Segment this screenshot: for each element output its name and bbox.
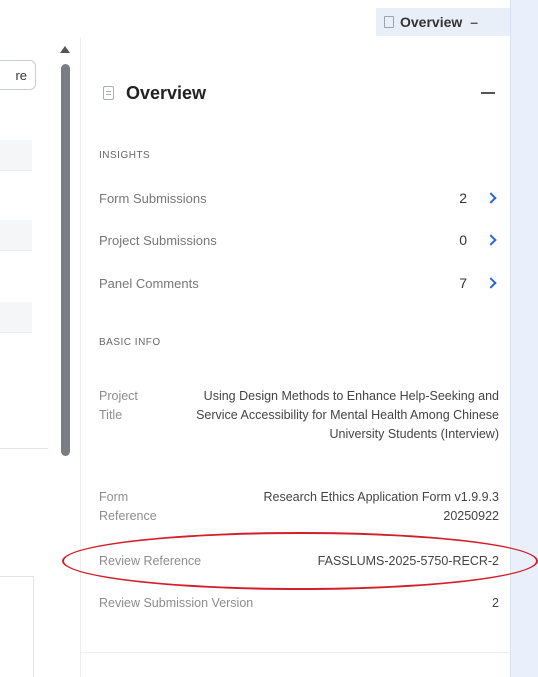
left-action-button[interactable]: re — [0, 60, 36, 90]
insight-label: Project Submissions — [99, 232, 217, 248]
insight-panel-comments[interactable]: Panel Comments 7 — [99, 273, 499, 293]
scrollbar-thumb[interactable] — [61, 64, 70, 456]
info-form-reference: Form Reference Research Ethics Applicati… — [99, 488, 499, 526]
insight-count: 7 — [459, 275, 467, 291]
info-review-submission-version: Review Submission Version 2 — [99, 594, 499, 613]
insight-label: Panel Comments — [99, 275, 199, 291]
left-list-row[interactable] — [0, 302, 32, 333]
info-key: Form Reference — [99, 490, 157, 523]
info-key: Review Submission Version — [99, 596, 254, 610]
scroll-up-arrow-icon[interactable] — [60, 46, 70, 53]
overview-tab[interactable]: Overview – — [376, 8, 510, 36]
overview-tab-label: Overview — [400, 14, 463, 30]
left-divider — [0, 448, 48, 449]
left-list-row[interactable] — [0, 140, 32, 171]
insight-label: Form Submissions — [99, 190, 207, 206]
insights-section-label: INSIGHTS — [99, 150, 151, 161]
left-list-row[interactable] — [0, 220, 32, 251]
basic-info-section-label: BASIC INFO — [99, 337, 161, 348]
overview-header: Overview — [103, 80, 495, 106]
collapse-icon: – — [470, 14, 479, 30]
chevron-right-icon[interactable] — [485, 233, 499, 247]
info-key: Review Reference — [99, 554, 202, 568]
info-value: 2 — [492, 596, 499, 610]
panel-divider — [80, 652, 510, 653]
info-value: FASSLUMS-2025-5750-RECR-2 — [317, 554, 499, 568]
left-action-button-label: re — [15, 67, 27, 83]
document-icon — [384, 16, 394, 28]
overview-title: Overview — [126, 82, 207, 103]
chevron-right-icon[interactable] — [485, 276, 499, 290]
insight-project-submissions[interactable]: Project Submissions 0 — [99, 230, 499, 250]
document-icon — [103, 86, 114, 100]
info-key: Project Title — [99, 389, 138, 422]
info-project-title: Project Title Using Design Methods to En… — [99, 387, 499, 444]
side-strip — [510, 0, 538, 677]
insight-form-submissions[interactable]: Form Submissions 2 — [99, 188, 499, 208]
insight-count: 0 — [459, 232, 467, 248]
overview-panel: Overview INSIGHTS Form Submissions 2 Pro… — [80, 38, 510, 677]
chevron-right-icon[interactable] — [485, 191, 499, 205]
left-panel: re — [0, 38, 48, 677]
app-root: Overview – re Overview INSIGHTS Form Sub… — [0, 0, 538, 677]
insight-count: 2 — [459, 190, 467, 206]
info-value: Research Ethics Application Form v1.9.9.… — [263, 490, 499, 523]
left-frame — [0, 576, 34, 677]
info-value: Using Design Methods to Enhance Help-See… — [196, 389, 499, 441]
collapse-icon[interactable] — [481, 92, 495, 94]
info-review-reference: Review Reference FASSLUMS-2025-5750-RECR… — [99, 552, 499, 571]
